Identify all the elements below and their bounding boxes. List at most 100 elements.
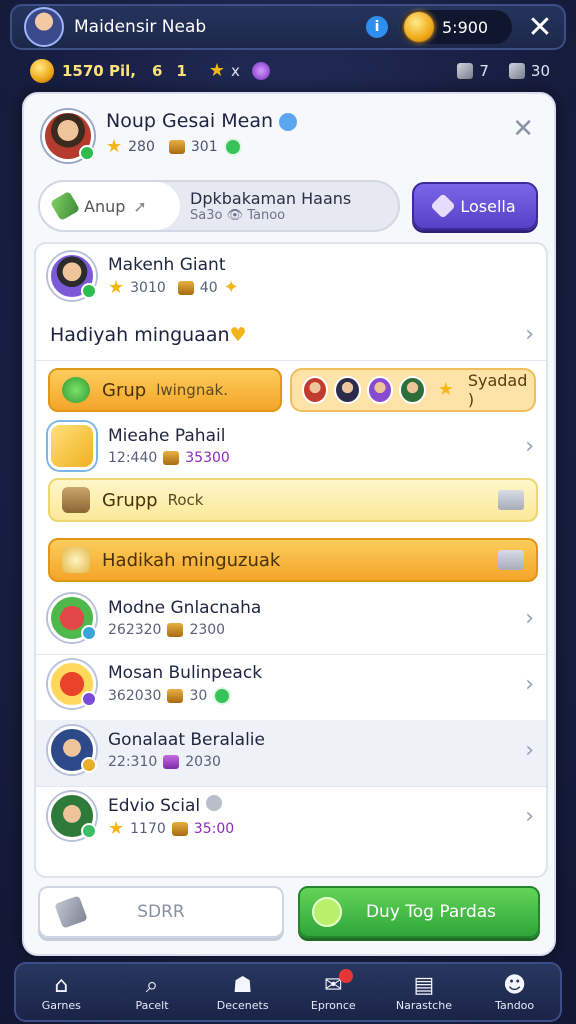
- cube-icon: [457, 63, 474, 79]
- search-bar[interactable]: Anup ➚ Dpkbakaman Haans Sa3o 👁 Tanoo: [38, 180, 400, 232]
- panel-close-icon[interactable]: ✕: [512, 114, 534, 144]
- section-bar[interactable]: Hadikah minguzuak: [48, 538, 538, 582]
- item-value1: 22:310: [108, 754, 158, 770]
- main-panel: Noup Gesai Mean ★ 280 301 ✕ Anup ➚ Dpkba…: [22, 92, 556, 956]
- item-value2: 35:00: [193, 820, 235, 837]
- home-icon: ⌂: [54, 972, 69, 998]
- avatar: [48, 252, 97, 300]
- group-label: Grup: [102, 379, 147, 401]
- nav-tab-news[interactable]: ▤ Narastche: [384, 973, 464, 1012]
- divider: [36, 786, 546, 787]
- star-icon: ✦: [223, 277, 239, 298]
- avatar: [48, 726, 97, 774]
- online-badge-icon: [81, 283, 97, 299]
- chevron-right-icon[interactable]: ›: [525, 672, 534, 697]
- check-icon: [223, 138, 242, 156]
- avatar: [48, 792, 97, 840]
- divider: [36, 360, 546, 361]
- avatar: [48, 594, 97, 642]
- item-stars: 3010: [130, 280, 166, 296]
- coin-icon: [404, 12, 434, 42]
- item-value2: 35300: [185, 450, 230, 466]
- profile-chests: 301: [190, 139, 218, 155]
- pencil-icon: [49, 190, 81, 222]
- nav-label: Garnes: [41, 998, 81, 1012]
- item-name: Edvio Scial: [108, 795, 201, 816]
- list-item[interactable]: Gonalaat Beralalie 22:310 2030 ›: [36, 726, 546, 774]
- player-avatar[interactable]: [24, 7, 64, 47]
- verified-icon: [279, 112, 298, 131]
- sdrr-label: SDRR: [137, 902, 185, 922]
- mail-icon[interactable]: [498, 550, 524, 570]
- group-bar-2[interactable]: Grupp Rock: [48, 478, 538, 522]
- nav-tab-friends[interactable]: ☗ Decenets: [203, 973, 283, 1012]
- search-input[interactable]: Anup ➚: [40, 182, 180, 230]
- group-pill-label: Syadad ): [467, 371, 528, 409]
- group-bar[interactable]: Grup lwingnak.: [48, 368, 282, 412]
- group2-label: Grupp: [102, 489, 158, 511]
- group2-sub: Rock: [167, 491, 204, 509]
- section-bar-label: Hadikah minguzuak: [102, 549, 281, 571]
- item-value2: 2300: [189, 622, 226, 638]
- cube-avatar: [48, 422, 96, 470]
- item-name: Modne Gnlacnaha: [108, 598, 262, 618]
- chevron-right-icon[interactable]: ›: [525, 606, 534, 631]
- chest-icon: [177, 281, 194, 295]
- list-item[interactable]: Modne Gnlacnaha 262320 2300 ›: [36, 594, 546, 642]
- divider: [36, 654, 546, 655]
- coin-balance[interactable]: 5:900: [400, 10, 512, 44]
- item-value2: 2030: [185, 754, 221, 770]
- item-value1: 1170: [130, 820, 166, 837]
- chevron-right-icon[interactable]: ›: [525, 322, 534, 347]
- chest-icon: [163, 755, 180, 769]
- house-icon: [62, 487, 90, 513]
- nav-tab-home[interactable]: ⌂ Garnes: [21, 973, 101, 1012]
- chevron-right-icon[interactable]: ›: [525, 434, 534, 459]
- list-item[interactable]: Mieahe Pahail 12:440 35300 ›: [36, 422, 546, 470]
- group-members[interactable]: ★ Syadad ): [290, 368, 536, 412]
- nav-label: Decenets: [216, 998, 269, 1012]
- item-chests: 40: [199, 280, 218, 296]
- star-icon: ★: [208, 60, 225, 81]
- nav-tab-search[interactable]: ⌕ Pacelt: [112, 973, 192, 1012]
- close-icon[interactable]: ✕: [526, 10, 554, 45]
- list-item[interactable]: Edvio Scial ★ 1170 35:00 ›: [36, 792, 546, 840]
- star-icon: [62, 547, 90, 573]
- profile-name: Noup Gesai Mean: [106, 110, 274, 132]
- search-line2: Sa3o 👁 Tanoo: [190, 208, 286, 223]
- search-placeholder: Anup: [84, 196, 126, 216]
- item-value1: 362030: [108, 688, 162, 704]
- gold-amount: 1570 Pil,: [62, 62, 136, 80]
- badge-icon: [81, 757, 97, 773]
- badge-icon: [81, 823, 97, 839]
- check-icon: [213, 687, 232, 705]
- item-name: Gonalaat Beralalie: [108, 730, 265, 750]
- nav-tab-messages[interactable]: ✉ Epronce: [293, 968, 373, 1012]
- chevron-right-icon[interactable]: ›: [525, 738, 534, 763]
- nav-label: Pacelt: [135, 998, 169, 1012]
- player-name: Maidensir Neab: [74, 17, 207, 37]
- list-item[interactable]: Makenh Giant ★ 3010 40 ✦: [36, 252, 546, 300]
- top-bar: Maidensir Neab i 5:900 ✕: [10, 4, 566, 50]
- chevron-right-icon[interactable]: ›: [525, 804, 534, 829]
- search-icon: ⌕: [145, 972, 159, 998]
- chest-icon: [167, 623, 184, 637]
- list-icon: ▤: [413, 972, 435, 998]
- coin-amount: 5:900: [442, 17, 489, 37]
- gold-coin-icon: [30, 59, 54, 83]
- sdrr-button[interactable]: SDRR: [38, 886, 284, 938]
- profile-avatar[interactable]: [42, 110, 95, 162]
- list-item[interactable]: Mosan Bulinpeack 362030 30 ›: [36, 660, 546, 708]
- nav-tab-profile[interactable]: ☻ Tandoo: [475, 973, 555, 1012]
- confirm-label: Duy Tog Pardas: [365, 902, 497, 922]
- confirm-button[interactable]: Duy Tog Pardas: [298, 886, 540, 938]
- star-icon: ★: [437, 379, 454, 400]
- info-icon[interactable]: i: [366, 16, 388, 38]
- section-title-text: Hadiyah minguaan: [50, 324, 230, 346]
- section-title: Hadiyah minguaan♥: [50, 324, 247, 346]
- avatar: [48, 660, 97, 708]
- mail-icon[interactable]: [498, 490, 524, 510]
- losella-button[interactable]: Losella: [412, 182, 538, 230]
- badge-icon: [81, 625, 97, 641]
- star-icon: ★: [108, 817, 125, 839]
